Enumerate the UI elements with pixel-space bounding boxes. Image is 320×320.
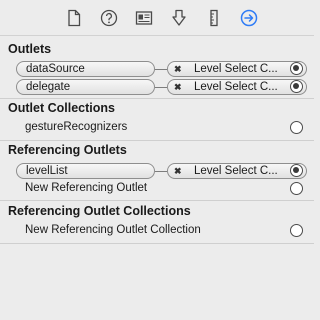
- section-divider: [0, 200, 314, 201]
- target-label: Level Select C...: [194, 81, 278, 93]
- quick-help-icon[interactable]: [91, 3, 126, 33]
- referencing-outlet-levellist[interactable]: levelList: [16, 163, 155, 179]
- file-inspector-icon[interactable]: [56, 3, 91, 33]
- connections-inspector-icon[interactable]: [231, 3, 266, 33]
- empty-circle-icon[interactable]: [290, 182, 303, 195]
- referencing-outlet-levellist-target[interactable]: ✖ Level Select C...: [167, 163, 307, 179]
- target-label: Level Select C...: [194, 165, 278, 177]
- attributes-inspector-icon[interactable]: [161, 3, 196, 33]
- outlet-collections-header: Outlet Collections: [8, 101, 115, 115]
- disconnect-icon[interactable]: ✖: [174, 164, 188, 178]
- connected-circle-icon[interactable]: [290, 62, 303, 75]
- connection-line: [155, 171, 167, 172]
- inspector-toolbar: [0, 0, 314, 36]
- empty-circle-icon[interactable]: [290, 224, 303, 237]
- outlet-datasource[interactable]: dataSource: [16, 61, 155, 77]
- referencing-outlets-header: Referencing Outlets: [8, 143, 127, 157]
- connection-line: [155, 87, 167, 88]
- new-referencing-outlet-collection: New Referencing Outlet Collection: [25, 224, 201, 236]
- size-inspector-icon[interactable]: [196, 3, 231, 33]
- connections-panel: Outlets dataSource ✖ Level Select C... d…: [0, 37, 314, 320]
- outlet-delegate[interactable]: delegate: [16, 79, 155, 95]
- target-label: Level Select C...: [194, 63, 278, 75]
- empty-circle-icon[interactable]: [290, 121, 303, 134]
- outlet-datasource-target[interactable]: ✖ Level Select C...: [167, 61, 307, 77]
- connected-circle-icon[interactable]: [290, 80, 303, 93]
- outlet-delegate-target[interactable]: ✖ Level Select C...: [167, 79, 307, 95]
- section-divider: [0, 98, 314, 99]
- disconnect-icon[interactable]: ✖: [174, 80, 188, 94]
- referencing-outlet-collections-header: Referencing Outlet Collections: [8, 204, 191, 218]
- identity-inspector-icon[interactable]: [126, 3, 161, 33]
- section-divider: [0, 140, 314, 141]
- outlet-collection-gesture-recognizers: gestureRecognizers: [25, 121, 128, 133]
- outlets-header: Outlets: [8, 42, 52, 56]
- new-referencing-outlet: New Referencing Outlet: [25, 182, 148, 194]
- connection-line: [155, 69, 167, 70]
- connected-circle-icon[interactable]: [290, 164, 303, 177]
- disconnect-icon[interactable]: ✖: [174, 62, 188, 76]
- section-divider: [0, 243, 314, 244]
